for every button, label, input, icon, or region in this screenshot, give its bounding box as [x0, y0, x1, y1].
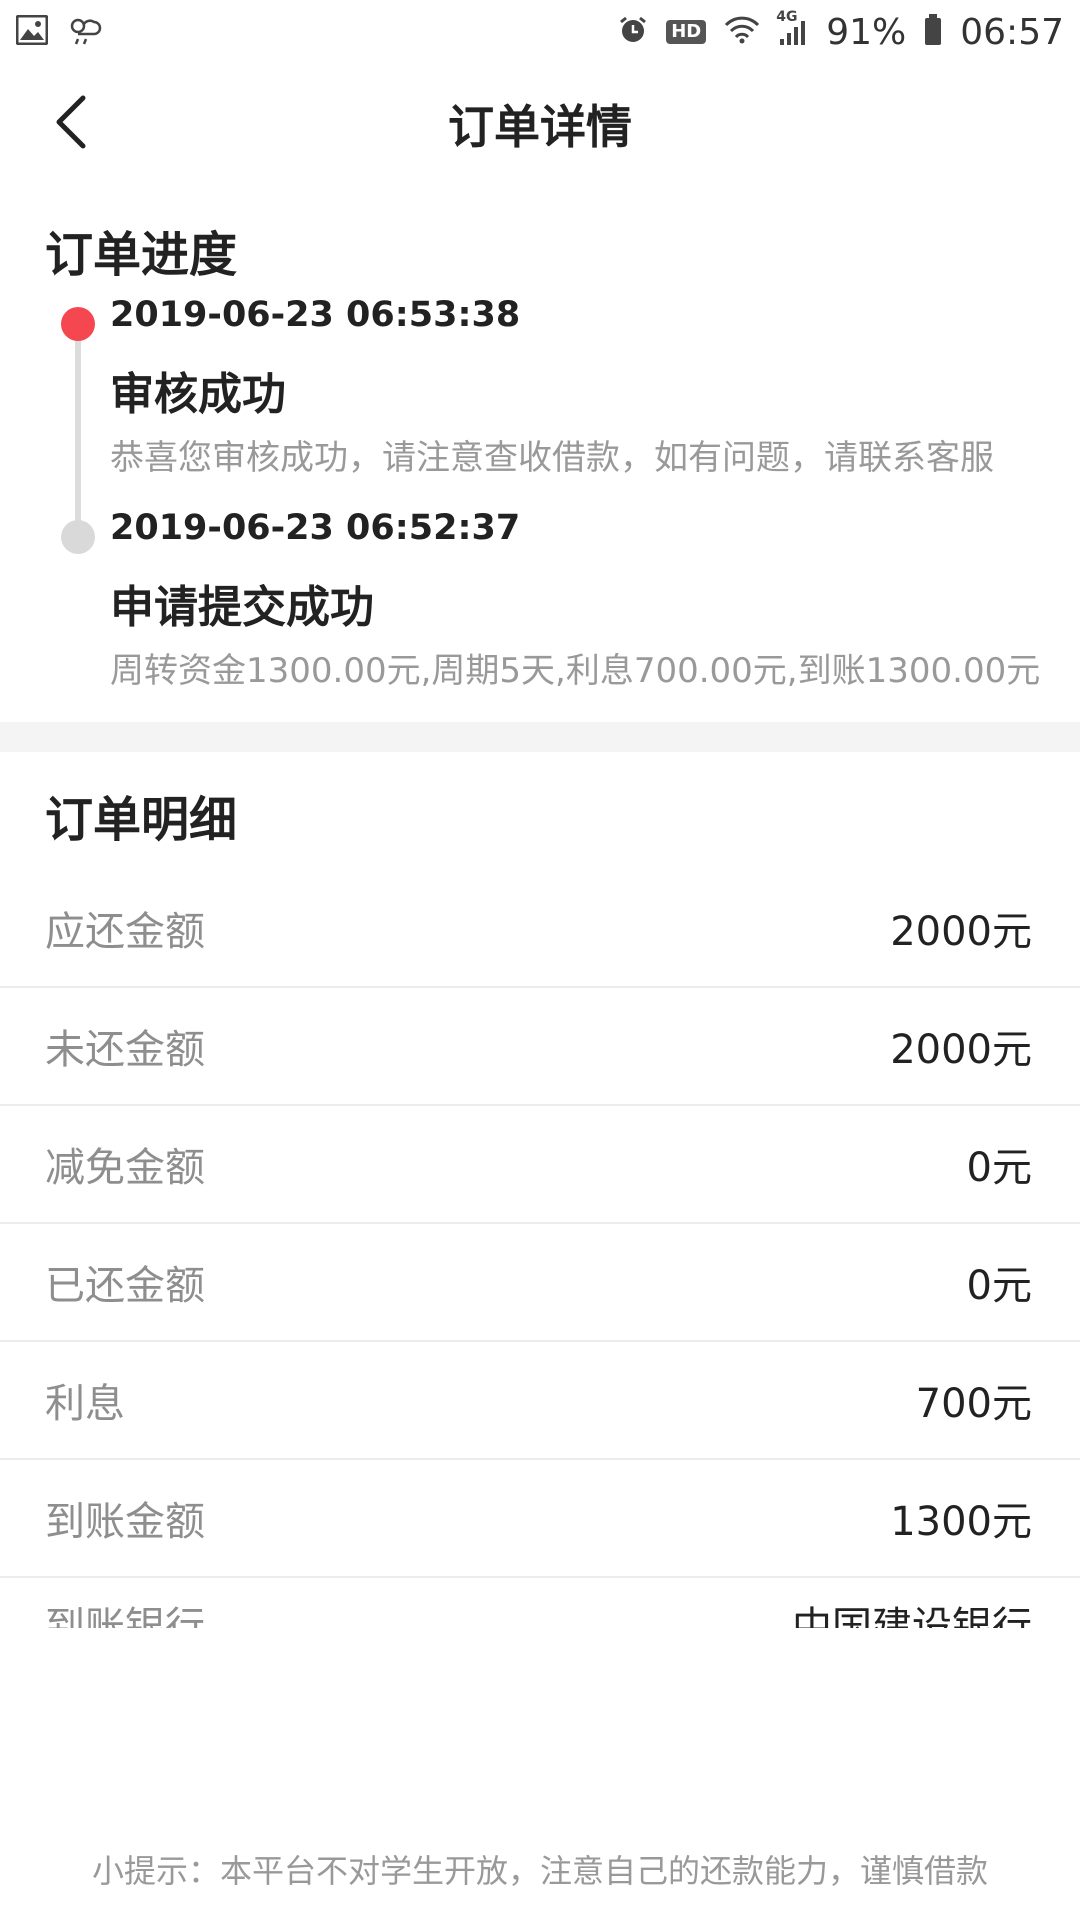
detail-value: 0元 [966, 1263, 1032, 1309]
status-bar-right: HD 4G 91% 06:57 [618, 9, 1064, 53]
back-arrow-icon [53, 94, 87, 154]
timeline-event-time: 2019-06-23 06:52:37 [110, 508, 521, 548]
detail-row-interest: 利息 700元 [0, 1342, 1080, 1460]
timeline-line [75, 330, 81, 540]
detail-row-waived-amount: 减免金额 0元 [0, 1106, 1080, 1224]
timeline-event-description: 周转资金1300.00元,周期5天,利息700.00元,到账1300.00元 [110, 651, 1041, 691]
battery-icon [924, 14, 942, 50]
footer-tip: 小提示：本平台不对学生开放，注意自己的还款能力，谨慎借款 [91, 1852, 988, 1890]
timeline-dot-active [61, 307, 95, 341]
detail-label: 应还金额 [45, 909, 205, 955]
alarm-icon [618, 15, 648, 49]
timeline-dot-inactive [61, 520, 95, 554]
status-bar: HD 4G 91% 06:57 [0, 0, 1080, 64]
detail-label: 利息 [45, 1381, 125, 1427]
detail-label: 到账银行 [45, 1604, 205, 1628]
detail-label: 到账金额 [45, 1499, 205, 1545]
signal-icon: 4G [776, 9, 808, 47]
gallery-icon [15, 14, 49, 49]
back-button[interactable] [40, 94, 100, 154]
detail-row-amount-due: 应还金额 2000元 [0, 870, 1080, 988]
progress-section-title: 订单进度 [45, 227, 238, 283]
timeline-event-status: 申请提交成功 [110, 582, 374, 633]
details-section-title: 订单明细 [45, 792, 238, 848]
weather-icon [66, 15, 102, 49]
page-title: 订单详情 [448, 100, 632, 154]
app-header: 订单详情 [0, 64, 1080, 184]
detail-value: 2000元 [890, 1027, 1032, 1073]
battery-percent: 91% [826, 11, 907, 53]
detail-value: 0元 [966, 1145, 1032, 1191]
detail-row-receiving-bank: 到账银行 中国建设银行 [0, 1578, 1080, 1628]
clock: 06:57 [960, 11, 1064, 53]
detail-value: 中国建设银行 [792, 1604, 1032, 1628]
detail-row-paid-amount: 已还金额 0元 [0, 1224, 1080, 1342]
detail-value: 1300元 [890, 1499, 1032, 1545]
network-type-label: 4G [776, 9, 798, 25]
wifi-icon [724, 16, 760, 48]
hd-badge: HD [666, 20, 707, 44]
detail-label: 未还金额 [45, 1027, 205, 1073]
detail-row-unpaid-amount: 未还金额 2000元 [0, 988, 1080, 1106]
timeline-event-status: 审核成功 [110, 369, 286, 420]
detail-label: 减免金额 [45, 1145, 205, 1191]
timeline-event-time: 2019-06-23 06:53:38 [110, 295, 521, 335]
detail-value: 2000元 [890, 909, 1032, 955]
status-bar-left [15, 14, 102, 49]
section-divider [0, 722, 1080, 752]
timeline-event-description: 恭喜您审核成功，请注意查收借款，如有问题，请联系客服 [110, 438, 994, 478]
detail-row-received-amount: 到账金额 1300元 [0, 1460, 1080, 1578]
details-list: 应还金额 2000元 未还金额 2000元 减免金额 0元 已还金额 0元 利息… [0, 870, 1080, 1628]
detail-label: 已还金额 [45, 1263, 205, 1309]
detail-value: 700元 [915, 1381, 1032, 1427]
